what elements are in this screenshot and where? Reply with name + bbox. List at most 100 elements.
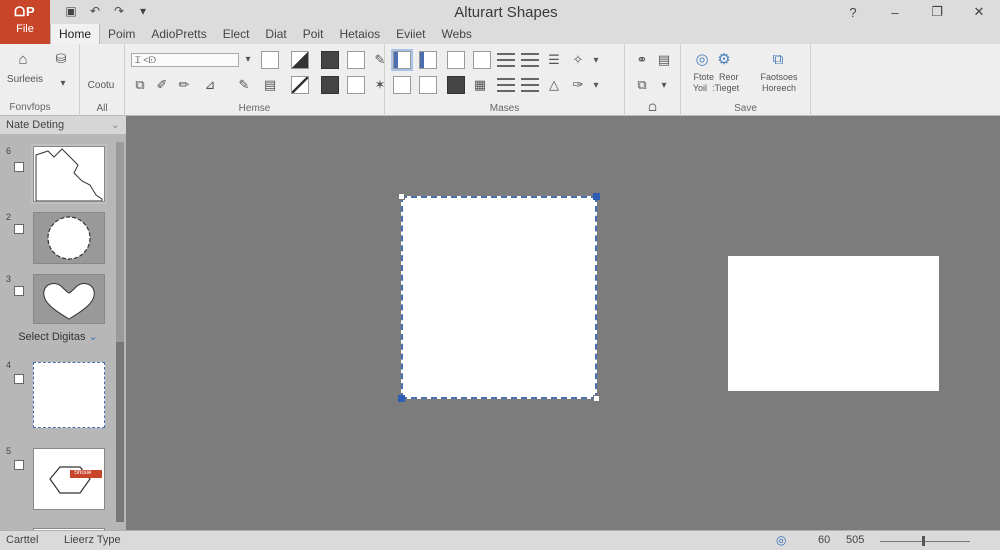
- slide-checkbox[interactable]: [14, 162, 24, 172]
- slide-checkbox[interactable]: [14, 460, 24, 470]
- fill-split-swatch[interactable]: [291, 51, 309, 69]
- ftote-reor-button[interactable]: Ftote Reor Yoil :Tieget: [683, 72, 749, 94]
- wand-icon[interactable]: ✧: [569, 51, 587, 69]
- tab-home[interactable]: Home: [50, 24, 101, 44]
- style-swatch-3[interactable]: [447, 51, 465, 69]
- status-left[interactable]: Carttel: [6, 534, 38, 546]
- arrange-icon[interactable]: ⧉: [633, 76, 651, 94]
- table-lines-alt-icon[interactable]: [521, 78, 539, 92]
- pencil-alt-icon[interactable]: ✎: [235, 76, 253, 94]
- eyedropper-icon[interactable]: ✑: [569, 76, 587, 94]
- align-lines-icon[interactable]: [497, 53, 515, 67]
- zoom-slider-thumb[interactable]: [922, 536, 925, 546]
- minimize-button[interactable]: –: [874, 0, 916, 24]
- line-swatch[interactable]: [291, 76, 309, 94]
- tab-poit[interactable]: Poit: [295, 24, 332, 44]
- cootu-button[interactable]: Cootu: [86, 80, 116, 91]
- ruler-icon[interactable]: ⊿: [201, 76, 219, 94]
- slide-thumbnail[interactable]: [31, 144, 107, 204]
- brush-icon[interactable]: ✐: [153, 76, 171, 94]
- paint-bucket-icon[interactable]: ⛁: [52, 50, 70, 68]
- chevron-down-icon[interactable]: ▾: [587, 51, 605, 69]
- file-label: File: [16, 23, 34, 35]
- chevron-down-icon[interactable]: ▾: [655, 76, 673, 94]
- outline-light-swatch[interactable]: [347, 76, 365, 94]
- pencil-icon[interactable]: ✏: [175, 76, 193, 94]
- style-swatch-7[interactable]: [447, 76, 465, 94]
- style-swatch-5[interactable]: [393, 76, 411, 94]
- faotsoes-button[interactable]: Faotsoes Horeech: [749, 72, 809, 94]
- slide-thumbnail[interactable]: [33, 212, 105, 264]
- fill-light-swatch[interactable]: [347, 51, 365, 69]
- slide-thumbnail[interactable]: [33, 274, 105, 324]
- slide-checkbox[interactable]: [14, 224, 24, 234]
- list-icon[interactable]: ☰: [545, 51, 563, 69]
- globe-icon[interactable]: ◎: [776, 533, 786, 547]
- shapes-icon[interactable]: ⌂: [14, 50, 32, 68]
- fill-dark-swatch[interactable]: [321, 51, 339, 69]
- resize-handle[interactable]: [593, 395, 600, 402]
- globe-icon[interactable]: ◎: [693, 50, 711, 68]
- close-button[interactable]: ✕: [958, 0, 1000, 24]
- tab-elect[interactable]: Elect: [215, 24, 258, 44]
- chevron-down-icon[interactable]: ▾: [54, 74, 72, 92]
- ribbon-group-fonvfops: ⌂ ⛁ Surleeis ▾ Fonvfops: [0, 44, 80, 116]
- style-swatch-selected[interactable]: [391, 49, 413, 71]
- slide-number: 6: [6, 146, 12, 156]
- tab-diat[interactable]: Diat: [257, 24, 294, 44]
- slide-checkbox[interactable]: [14, 286, 24, 296]
- title-bar: ▣ ↶ ↷ ▾ Alturart Shapes ? – ❐ ✕: [0, 0, 1000, 24]
- zoom-slider[interactable]: [880, 541, 970, 542]
- style-swatch-6[interactable]: [419, 76, 437, 94]
- style-swatch-2[interactable]: [419, 51, 437, 69]
- slide-thumbnail[interactable]: Shoue: [33, 448, 105, 510]
- tab-webs[interactable]: Webs: [433, 24, 479, 44]
- slide-number: 4: [6, 360, 12, 370]
- zoom-value[interactable]: 505: [846, 534, 864, 546]
- slide-thumbnail[interactable]: [33, 362, 105, 428]
- scrollbar-thumb[interactable]: [116, 342, 124, 522]
- ribbon-group-save: ◎ ⚙ ⧉ Ftote Reor Yoil :Tieget Faotsoes H…: [681, 44, 811, 116]
- panel-title: Nate Deting: [6, 119, 65, 131]
- notes-icon[interactable]: ▤: [655, 51, 673, 69]
- chevron-down-icon[interactable]: ▾: [587, 76, 605, 94]
- resize-handle[interactable]: [593, 193, 600, 200]
- gear-icon[interactable]: ⚙: [715, 50, 733, 68]
- slide-tag: Shoue: [74, 470, 92, 476]
- chevron-down-icon[interactable]: ⌄: [111, 116, 120, 134]
- status-mode[interactable]: Lieerz Type: [64, 534, 121, 546]
- ribbon-group-arrange: ⚭ ▤ ⧉ ▾ ᗝ: [625, 44, 681, 116]
- layers-icon[interactable]: ▤: [261, 76, 279, 94]
- rectangle-shape[interactable]: [728, 256, 939, 391]
- grid-icon[interactable]: ▦: [471, 76, 489, 94]
- chevron-down-icon[interactable]: ⌄: [89, 331, 98, 343]
- page-indicator: 60: [818, 534, 831, 546]
- restore-button[interactable]: ❐: [916, 0, 958, 24]
- slide-checkbox[interactable]: [14, 374, 24, 384]
- resize-handle[interactable]: [398, 395, 405, 402]
- table-lines-icon[interactable]: [497, 78, 515, 92]
- triangle-icon[interactable]: △: [545, 76, 563, 94]
- distribute-lines-icon[interactable]: [521, 53, 539, 67]
- chevron-down-icon[interactable]: ▾: [239, 50, 257, 68]
- outline-dark-swatch[interactable]: [321, 76, 339, 94]
- style-swatch-4[interactable]: [473, 51, 491, 69]
- tab-adiopretts[interactable]: AdioPretts: [143, 24, 214, 44]
- file-menu-button[interactable]: ᗝP File: [0, 0, 50, 44]
- font-combo[interactable]: Ꮖ ˂ᗟ: [131, 53, 239, 67]
- tab-poim[interactable]: Poim: [100, 24, 143, 44]
- slide-canvas[interactable]: [126, 116, 1000, 530]
- copy-shapes-icon[interactable]: ⧉: [769, 50, 787, 68]
- surleeis-button[interactable]: Surleeis: [4, 74, 46, 85]
- help-button[interactable]: ?: [832, 0, 874, 24]
- panel-scrollbar[interactable]: [116, 142, 124, 522]
- resize-handle[interactable]: [398, 193, 405, 200]
- selected-square-shape[interactable]: [398, 193, 600, 402]
- fill-white-swatch[interactable]: [261, 51, 279, 69]
- section-label-text: Select Digitas: [18, 331, 86, 343]
- tab-eviiet[interactable]: Eviiet: [388, 24, 433, 44]
- tab-hetaios[interactable]: Hetaios: [331, 24, 388, 44]
- ribbon-group-hemse: Ꮖ ˂ᗟ ▾ ✎ ⧉ ✐ ✏ ⊿ ✎ ▤ ✶ Hemse: [125, 44, 385, 116]
- copy-icon[interactable]: ⧉: [131, 76, 149, 94]
- link-icon[interactable]: ⚭: [633, 51, 651, 69]
